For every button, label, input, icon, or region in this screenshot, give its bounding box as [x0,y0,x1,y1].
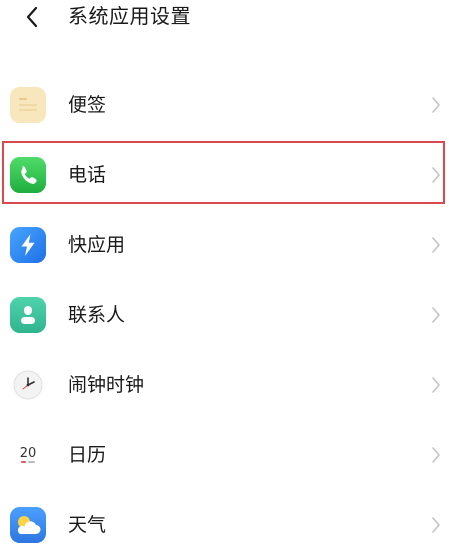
back-button[interactable] [14,1,50,33]
list-item-contacts[interactable]: 联系人 [0,280,449,350]
system-app-settings-screen: 系统应用设置 便签 电话 快应用 联系人 闹钟时钟 20 日历 天气 [0,0,449,549]
chevron-right-icon [432,167,440,183]
phone-icon [10,157,46,193]
notes-icon [10,87,46,123]
list-item-label: 快应用 [68,234,126,256]
list-item-label: 闹钟时钟 [68,374,145,396]
list-item-weather[interactable]: 天气 [0,490,449,549]
list-item-phone[interactable]: 电话 [0,140,449,210]
chevron-right-icon [432,377,440,393]
calendar-icon: 20 [10,437,46,473]
chevron-right-icon [432,307,440,323]
clock-icon [10,367,46,403]
header: 系统应用设置 [0,0,449,40]
chevron-right-icon [432,97,440,113]
calendar-day-number: 20 [20,446,37,461]
list-item-label: 联系人 [68,304,126,326]
lightning-icon [10,227,46,263]
app-list: 便签 电话 快应用 联系人 闹钟时钟 20 日历 天气 [0,70,449,549]
chevron-right-icon [432,517,440,533]
page-title: 系统应用设置 [68,4,191,28]
chevron-left-icon [26,6,38,28]
chevron-right-icon [432,447,440,463]
chevron-right-icon [432,237,440,253]
contacts-icon [10,297,46,333]
list-item-quick-app[interactable]: 快应用 [0,210,449,280]
list-item-label: 天气 [68,514,107,536]
list-item-label: 日历 [68,444,107,466]
list-item-label: 电话 [68,164,107,186]
list-item-notes[interactable]: 便签 [0,70,449,140]
list-item-clock[interactable]: 闹钟时钟 [0,350,449,420]
list-item-label: 便签 [68,94,107,116]
list-item-calendar[interactable]: 20 日历 [0,420,449,490]
weather-icon [10,507,46,543]
